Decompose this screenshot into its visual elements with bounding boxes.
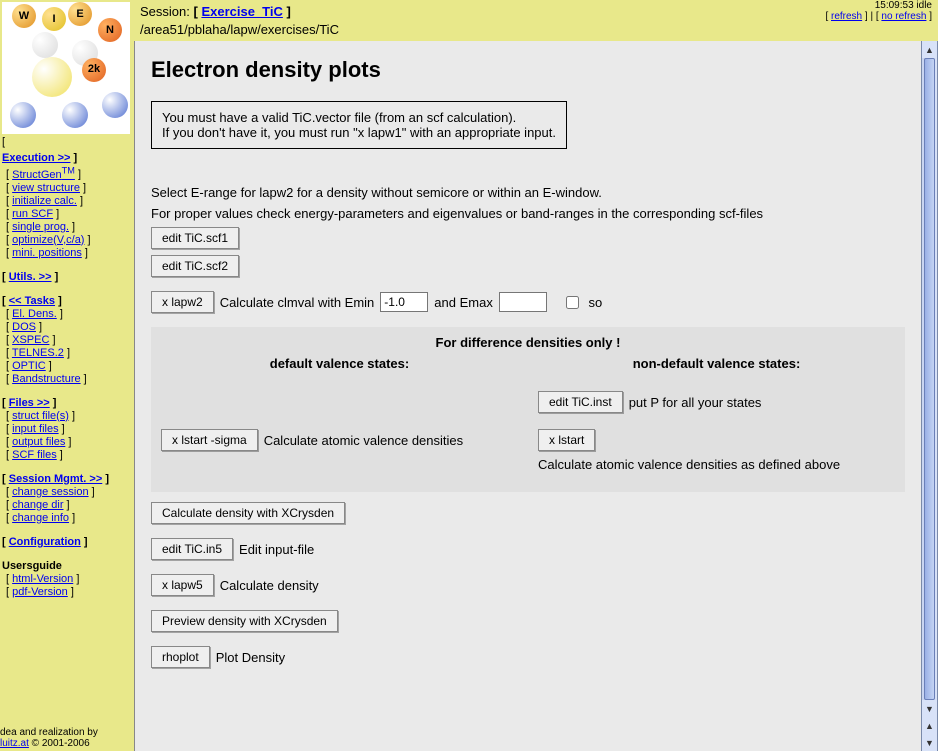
session-label: Session: [140, 4, 193, 19]
emax-input[interactable] [499, 292, 547, 312]
nav-input-files[interactable]: input files [12, 423, 58, 435]
notice-box: You must have a valid TiC.vector file (f… [151, 101, 567, 149]
nav-configuration[interactable]: Configuration [9, 536, 81, 548]
nav-view-structure[interactable]: view structure [12, 182, 80, 194]
nav-session-mgmt[interactable]: Session Mgmt. >> [9, 473, 103, 485]
usersguide-label: Usersguide [2, 560, 62, 572]
so-label: so [588, 295, 602, 310]
nav-execution[interactable]: Execution >> [2, 152, 70, 164]
logo-letter-w: W [12, 4, 36, 28]
xlapw2-button[interactable] [151, 291, 214, 313]
topbar: Session: [ Exercise_TiC ] /area51/pblaha… [134, 0, 938, 41]
select-text1: Select E-range for lapw2 for a density w… [151, 185, 905, 200]
scroll-up2-icon[interactable]: ▲ [922, 717, 937, 734]
nav-xspec[interactable]: XSPEC [12, 334, 49, 346]
nav-change-info[interactable]: change info [12, 512, 69, 524]
logo: W I E N 2k [2, 2, 130, 134]
and-emax-label: and Emax [434, 295, 493, 310]
nav-change-session[interactable]: change session [12, 486, 88, 498]
nav-bandstructure[interactable]: Bandstructure [12, 373, 80, 385]
emin-input[interactable] [380, 292, 428, 312]
nav-single-prog[interactable]: single prog. [12, 221, 69, 233]
nav-output-files[interactable]: output files [12, 436, 65, 448]
clock: 15:09:53 idle [825, 0, 932, 11]
plot-density-label: Plot Density [216, 650, 285, 665]
scrollbar[interactable]: ▲ ▼ ▲ ▼ [921, 41, 938, 751]
nav-html-version[interactable]: html-Version [12, 573, 73, 585]
difference-section: For difference densities only ! default … [151, 327, 905, 492]
scroll-down-icon[interactable]: ▼ [922, 700, 937, 717]
content: Electron density plots You must have a v… [134, 41, 921, 751]
logo-letter-2k: 2k [82, 58, 106, 82]
x-lstart-button[interactable] [538, 429, 595, 451]
nav-dos[interactable]: DOS [12, 321, 36, 333]
logo-ball [10, 102, 36, 128]
nav-pdf-version[interactable]: pdf-Version [12, 586, 68, 598]
footer: dea and realization by luitz.at © 2001-2… [0, 727, 98, 749]
default-valence-head: default valence states: [161, 356, 518, 371]
diff-header: For difference densities only ! [161, 335, 895, 350]
logo-ball [32, 57, 72, 97]
nav-scf-files[interactable]: SCF files [12, 449, 57, 461]
x-lstart-sigma-button[interactable] [161, 429, 258, 451]
refresh-link[interactable]: refresh [831, 11, 862, 22]
page-title: Electron density plots [151, 57, 905, 83]
nav-tasks[interactable]: << Tasks [9, 295, 55, 307]
logo-letter-i: I [42, 7, 66, 31]
nav-run-scf[interactable]: run SCF [12, 208, 53, 220]
select-text2: For proper values check energy-parameter… [151, 206, 905, 221]
so-checkbox[interactable] [566, 296, 579, 309]
logo-letter-e: E [68, 2, 92, 26]
nondefault-valence-head: non-default valence states: [538, 356, 895, 371]
logo-letter-n: N [98, 18, 122, 42]
edit-scf1-button[interactable] [151, 227, 239, 249]
footer-link[interactable]: luitz.at [0, 738, 29, 749]
nav-el-dens[interactable]: El. Dens. [12, 308, 57, 320]
scroll-thumb[interactable] [924, 58, 935, 700]
calc-density-label: Calculate density [220, 578, 319, 593]
nav-change-dir[interactable]: change dir [12, 499, 63, 511]
put-p-label: put P for all your states [629, 395, 762, 410]
path-label: /area51/pblaha/lapw/exercises/TiC [140, 22, 932, 37]
nav-telnes[interactable]: TELNES.2 [12, 347, 64, 359]
nav-structgen[interactable]: StructGenTM [12, 169, 75, 181]
no-refresh-link[interactable]: no refresh [881, 11, 926, 22]
session-link[interactable]: Exercise_TiC [201, 4, 282, 19]
nav-optimize[interactable]: optimize(V,c/a) [12, 234, 84, 246]
logo-ball [62, 102, 88, 128]
nav-files[interactable]: Files >> [9, 397, 50, 409]
edit-scf2-button[interactable] [151, 255, 239, 277]
nav-initialize-calc[interactable]: initialize calc. [12, 195, 77, 207]
edit-inst-button[interactable] [538, 391, 623, 413]
nav-optic[interactable]: OPTIC [12, 360, 46, 372]
calc-atomic-def-label: Calculate atomic valence densities as de… [538, 457, 840, 472]
sidebar: W I E N 2k [ Execution >> ] [ StructGenT… [0, 0, 134, 751]
edit-inputfile-label: Edit input-file [239, 542, 314, 557]
nav-struct-files[interactable]: struct file(s) [12, 410, 69, 422]
calc-xcrysden-button[interactable] [151, 502, 345, 524]
main: Session: [ Exercise_TiC ] /area51/pblaha… [134, 0, 938, 751]
logo-ball [32, 32, 58, 58]
edit-in5-button[interactable] [151, 538, 233, 560]
scroll-down2-icon[interactable]: ▼ [922, 734, 937, 751]
clmval-text: Calculate clmval with Emin [220, 295, 375, 310]
calc-atomic-label: Calculate atomic valence densities [264, 433, 463, 448]
logo-ball [102, 92, 128, 118]
preview-xcrysden-button[interactable] [151, 610, 338, 632]
rhoplot-button[interactable] [151, 646, 210, 668]
scroll-up-icon[interactable]: ▲ [922, 41, 937, 58]
nav-utils[interactable]: Utils. >> [9, 271, 52, 283]
xlapw5-button[interactable] [151, 574, 214, 596]
nav-mini-positions[interactable]: mini. positions [12, 247, 82, 259]
